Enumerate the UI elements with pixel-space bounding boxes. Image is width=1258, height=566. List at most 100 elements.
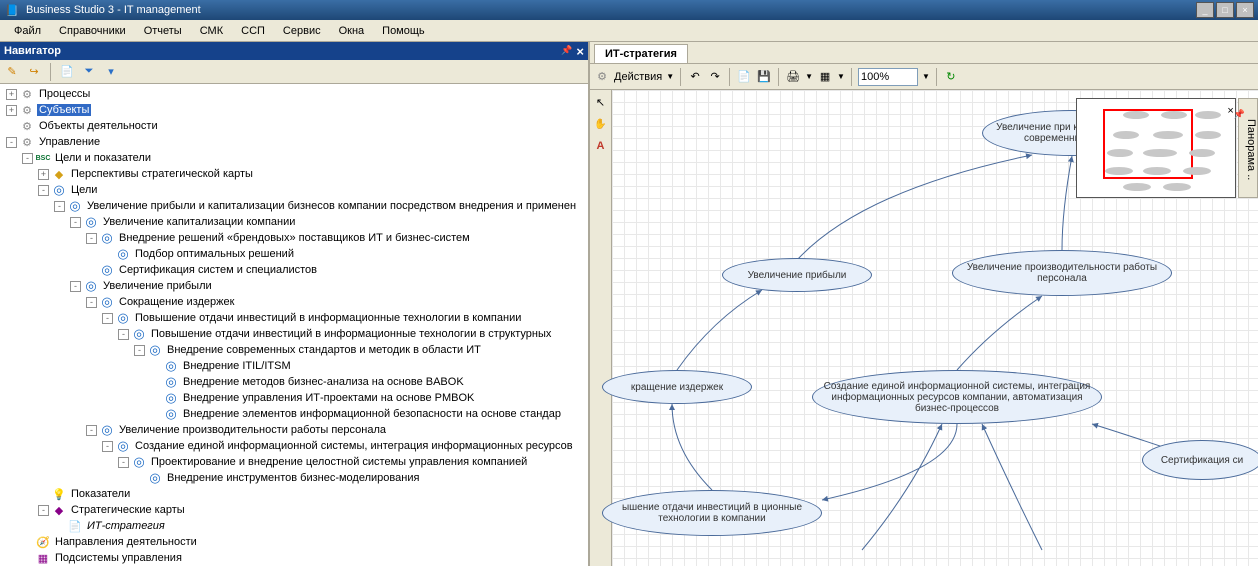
close-panel-icon[interactable] <box>576 44 584 59</box>
zoom-input[interactable] <box>858 68 918 86</box>
tree-node[interactable]: Внедрение ITIL/ITSM <box>2 358 586 374</box>
menu-Окна[interactable]: Окна <box>331 23 373 39</box>
expand-icon[interactable]: - <box>86 425 97 436</box>
expand-icon[interactable]: + <box>6 105 17 116</box>
layout-icon[interactable]: ▦ <box>817 69 833 85</box>
print-icon[interactable] <box>785 69 801 85</box>
diagram-panel: ИТ-стратегия Действия ▼ ↶ ↷ ▼ ▦ ▼ ▼ <box>590 42 1258 566</box>
tree-node[interactable]: -Увеличение прибыли <box>2 278 586 294</box>
expand-icon[interactable]: + <box>38 169 49 180</box>
tree-node[interactable]: +Субъекты <box>2 102 586 118</box>
menu-Помощь[interactable]: Помощь <box>374 23 433 39</box>
redo-icon[interactable]: ↷ <box>707 69 723 85</box>
actions-button[interactable]: Действия <box>614 71 662 83</box>
tree-node[interactable]: Подсистемы управления <box>2 550 586 566</box>
text-tool-icon[interactable] <box>593 138 609 154</box>
new-icon[interactable] <box>4 64 20 80</box>
expand-icon[interactable]: - <box>118 329 129 340</box>
tree-node[interactable]: ИТ-стратегия <box>2 518 586 534</box>
menu-Отчеты[interactable]: Отчеты <box>136 23 190 39</box>
filter-dropdown-icon[interactable] <box>103 64 119 80</box>
save-icon[interactable] <box>756 69 772 85</box>
page-icon[interactable] <box>736 69 752 85</box>
refresh-icon[interactable] <box>943 69 959 85</box>
tree-node[interactable]: Подбор оптимальных решений <box>2 246 586 262</box>
panorama-tab[interactable]: Панорама .. 📌 × <box>1238 98 1258 198</box>
tree-node[interactable]: Внедрение методов бизнес-анализа на осно… <box>2 374 586 390</box>
navigator-title: Навигатор <box>4 45 61 57</box>
doc-icon[interactable] <box>59 64 75 80</box>
tree-node[interactable]: Сертификация систем и специалистов <box>2 262 586 278</box>
tree-node[interactable]: -Цели <box>2 182 586 198</box>
tree-label: Увеличение капитализации компании <box>101 216 297 228</box>
gear-icon <box>19 86 35 102</box>
pan-tool-icon[interactable] <box>593 116 609 132</box>
expand-icon[interactable]: - <box>86 297 97 308</box>
tree-node[interactable]: -Повышение отдачи инвестиций в информаци… <box>2 310 586 326</box>
actions-icon <box>594 69 610 85</box>
expand-icon[interactable]: - <box>38 505 49 516</box>
tree-node[interactable]: -Внедрение решений «брендовых» поставщик… <box>2 230 586 246</box>
compass-icon <box>35 534 51 550</box>
tree-node[interactable]: Показатели <box>2 486 586 502</box>
diagram-oval[interactable]: Создание единой информационной системы, … <box>812 370 1102 424</box>
tree-node[interactable]: -Увеличение производительности работы пе… <box>2 422 586 438</box>
tree-node[interactable]: Внедрение элементов информационной безоп… <box>2 406 586 422</box>
expand-icon[interactable]: - <box>102 441 113 452</box>
tree-node[interactable]: -Внедрение современных стандартов и мето… <box>2 342 586 358</box>
close-button[interactable]: × <box>1236 2 1254 18</box>
menu-Справочники[interactable]: Справочники <box>51 23 134 39</box>
diagram-oval[interactable]: Увеличение производительности работы пер… <box>952 250 1172 296</box>
expand-icon[interactable]: + <box>6 89 17 100</box>
tree-node[interactable]: -Повышение отдачи инвестиций в информаци… <box>2 326 586 342</box>
menu-Файл[interactable]: Файл <box>6 23 49 39</box>
expand-icon[interactable]: - <box>70 281 81 292</box>
tab-it-strategy[interactable]: ИТ-стратегия <box>594 44 688 63</box>
expand-icon[interactable]: - <box>118 457 129 468</box>
tree-node[interactable]: - Увеличение капитализации компании <box>2 214 586 230</box>
expand-icon[interactable]: - <box>134 345 145 356</box>
tree-node[interactable]: -Стратегические карты <box>2 502 586 518</box>
expand-icon[interactable]: - <box>86 233 97 244</box>
menubar: ФайлСправочникиОтчетыСМКССПСервисОкнаПом… <box>0 20 1258 42</box>
tree-node[interactable]: - Проектирование и внедрение целостной си… <box>2 454 586 470</box>
tree-node[interactable]: +Перспективы стратегической карты <box>2 166 586 182</box>
target-icon <box>51 182 67 198</box>
diagram-oval[interactable]: ышение отдачи инвестиций в ционные техно… <box>602 490 822 536</box>
tree-node[interactable]: +Процессы <box>2 86 586 102</box>
tree-node[interactable]: Внедрение инструментов бизнес-моделирова… <box>2 470 586 486</box>
forward-icon[interactable] <box>26 64 42 80</box>
tree-node[interactable]: -Увеличение прибыли и капитализации бизн… <box>2 198 586 214</box>
expand-icon[interactable]: - <box>38 185 49 196</box>
expand-icon[interactable]: - <box>102 313 113 324</box>
tree-label: Подбор оптимальных решений <box>133 248 296 260</box>
target-icon <box>115 438 131 454</box>
expand-icon[interactable]: - <box>22 153 33 164</box>
tree-node[interactable]: -Сокращение издержек <box>2 294 586 310</box>
navigator-tree[interactable]: +Процессы+СубъектыОбъекты деятельности-У… <box>0 84 588 566</box>
minimize-button[interactable]: _ <box>1196 2 1214 18</box>
expand-icon[interactable]: - <box>54 201 65 212</box>
cursor-tool-icon[interactable] <box>593 94 609 110</box>
tree-label: Проектирование и внедрение целостной сис… <box>149 456 529 468</box>
tree-node[interactable]: -Управление <box>2 134 586 150</box>
diagram-oval[interactable]: Сертификация си <box>1142 440 1258 480</box>
menu-Сервис[interactable]: Сервис <box>275 23 329 39</box>
menu-СМК[interactable]: СМК <box>192 23 231 39</box>
tree-node[interactable]: -Цели и показатели <box>2 150 586 166</box>
diagram-oval[interactable]: Увеличение прибыли <box>722 258 872 292</box>
tree-node[interactable]: Объекты деятельности <box>2 118 586 134</box>
undo-icon[interactable]: ↶ <box>687 69 703 85</box>
panorama-overview[interactable] <box>1076 98 1236 198</box>
tree-node[interactable]: Внедрение управления ИТ-проектами на осн… <box>2 390 586 406</box>
maximize-button[interactable]: □ <box>1216 2 1234 18</box>
bulb-icon <box>51 486 67 502</box>
tree-node[interactable]: Направления деятельности <box>2 534 586 550</box>
menu-ССП[interactable]: ССП <box>233 23 273 39</box>
expand-icon[interactable]: - <box>6 137 17 148</box>
pin-icon[interactable] <box>561 44 572 59</box>
filter-icon[interactable] <box>81 64 97 80</box>
diagram-oval[interactable]: кращение издержек <box>602 370 752 404</box>
tree-node[interactable]: -Создание единой информационной системы,… <box>2 438 586 454</box>
expand-icon[interactable]: - <box>70 217 81 228</box>
